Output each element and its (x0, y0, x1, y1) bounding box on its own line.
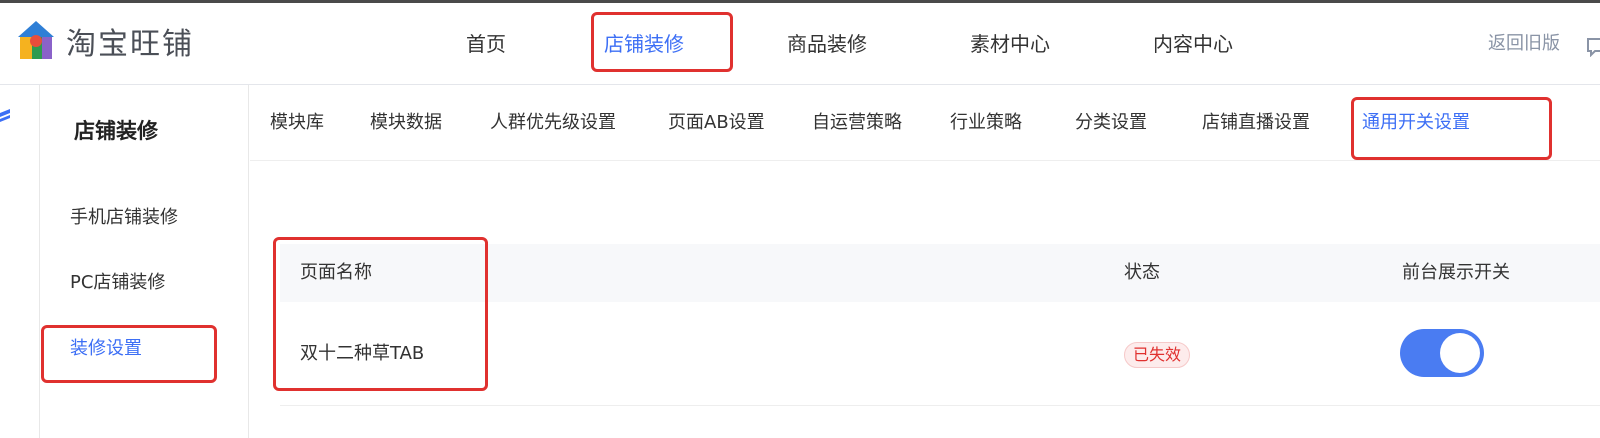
column-header-status: 状态 (1124, 262, 1160, 283)
sidebar: 店铺装修 手机店铺装修 PC店铺装修 装修设置 (41, 85, 249, 438)
annotation-box-sidebar (41, 325, 217, 383)
annotation-box-table (273, 237, 488, 391)
nav-product-decoration[interactable]: 商品装修 (787, 3, 867, 85)
tab-module-data[interactable]: 模块数据 (370, 85, 442, 161)
nav-content-center[interactable]: 内容中心 (1153, 3, 1233, 85)
house-logo-icon (16, 19, 56, 63)
tab-industry-strategy[interactable]: 行业策略 (950, 85, 1022, 161)
toggle-knob (1440, 333, 1480, 373)
sidebar-title: 店铺装修 (74, 119, 158, 143)
tab-audience-priority[interactable]: 人群优先级设置 (490, 85, 616, 161)
tab-module-library[interactable]: 模块库 (270, 85, 324, 161)
top-header: 淘宝旺铺 首页 店铺装修 商品装修 素材中心 内容中心 返回旧版 (0, 3, 1600, 85)
column-header-display-switch: 前台展示开关 (1402, 262, 1510, 283)
tab-self-operation-strategy[interactable]: 自运营策略 (812, 85, 902, 161)
taobao-wangpu-logo[interactable]: 淘宝旺铺 (16, 17, 194, 65)
tab-category-settings[interactable]: 分类设置 (1075, 85, 1147, 161)
display-switch-toggle[interactable] (1400, 329, 1484, 377)
annotation-box-tab (1351, 97, 1552, 160)
nav-material-center[interactable]: 素材中心 (970, 3, 1050, 85)
sidebar-item-pc-store-decoration[interactable]: PC店铺装修 (70, 268, 165, 294)
tab-page-ab-settings[interactable]: 页面AB设置 (668, 85, 765, 161)
status-badge: 已失效 (1124, 342, 1191, 368)
layers-icon[interactable] (0, 109, 14, 127)
chat-icon[interactable] (1586, 37, 1600, 58)
logo-text: 淘宝旺铺 (66, 27, 194, 62)
sidebar-item-mobile-store-decoration[interactable]: 手机店铺装修 (70, 203, 178, 229)
tab-store-live-settings[interactable]: 店铺直播设置 (1202, 85, 1310, 161)
back-to-old-version-link[interactable]: 返回旧版 (1488, 3, 1560, 85)
annotation-box-nav (591, 12, 733, 72)
nav-home[interactable]: 首页 (466, 3, 506, 85)
left-rail (0, 85, 40, 438)
